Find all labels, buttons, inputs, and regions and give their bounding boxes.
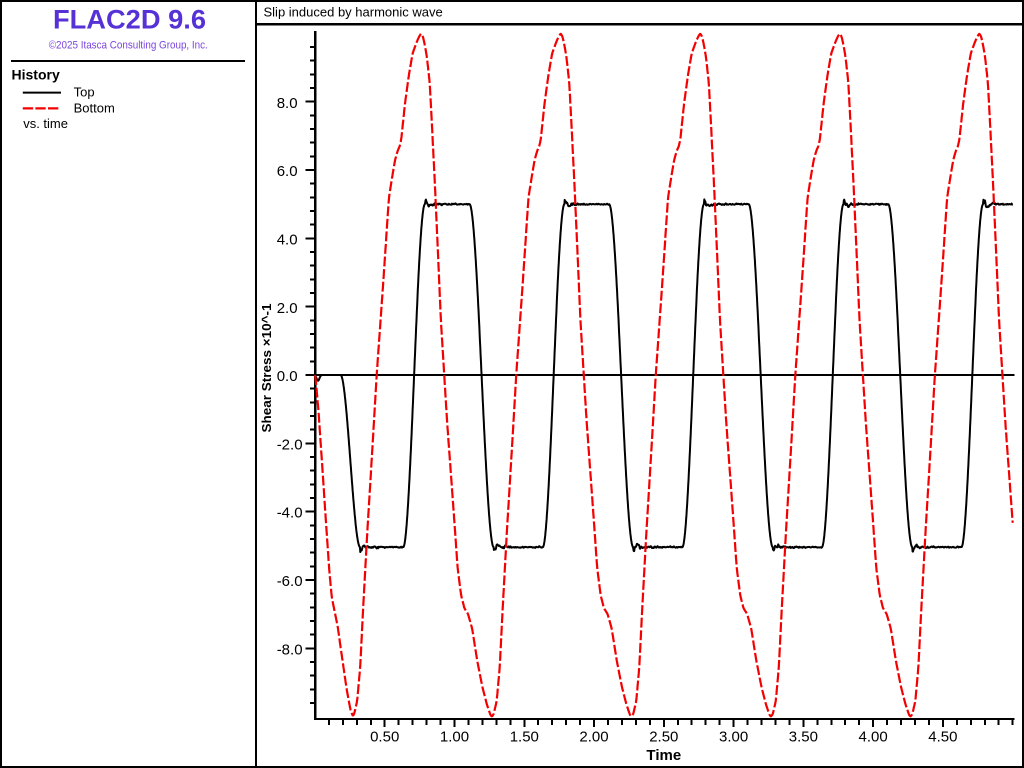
svg-text:History: History <box>12 66 60 82</box>
svg-text:1.50: 1.50 <box>510 729 539 746</box>
svg-text:-6.0: -6.0 <box>277 573 303 590</box>
svg-text:0.0: 0.0 <box>277 368 298 385</box>
svg-text:3.50: 3.50 <box>789 729 818 746</box>
svg-text:4.50: 4.50 <box>928 729 957 746</box>
svg-text:Shear Stress ×10^-1: Shear Stress ×10^-1 <box>259 304 274 433</box>
svg-text:2.50: 2.50 <box>649 729 678 746</box>
svg-text:8.0: 8.0 <box>277 95 298 112</box>
svg-text:Top: Top <box>74 85 95 100</box>
svg-text:vs. time: vs. time <box>23 116 68 131</box>
svg-text:FLAC2D 9.6: FLAC2D 9.6 <box>53 5 206 35</box>
svg-text:Slip induced by harmonic wave: Slip induced by harmonic wave <box>264 5 443 20</box>
svg-text:-2.0: -2.0 <box>277 436 303 453</box>
svg-text:Bottom: Bottom <box>74 101 115 116</box>
svg-text:4.00: 4.00 <box>858 729 887 746</box>
svg-text:-4.0: -4.0 <box>277 505 303 522</box>
svg-text:1.00: 1.00 <box>440 729 469 746</box>
svg-text:2.0: 2.0 <box>277 300 298 317</box>
svg-text:3.00: 3.00 <box>719 729 748 746</box>
svg-text:0.50: 0.50 <box>370 729 399 746</box>
svg-text:Time: Time <box>646 747 681 764</box>
svg-text:2.00: 2.00 <box>579 729 608 746</box>
svg-text:4.0: 4.0 <box>277 232 298 249</box>
svg-text:-8.0: -8.0 <box>277 641 303 658</box>
svg-text:6.0: 6.0 <box>277 163 298 180</box>
svg-text:©2025 Itasca Consulting Group,: ©2025 Itasca Consulting Group, Inc. <box>49 40 208 52</box>
